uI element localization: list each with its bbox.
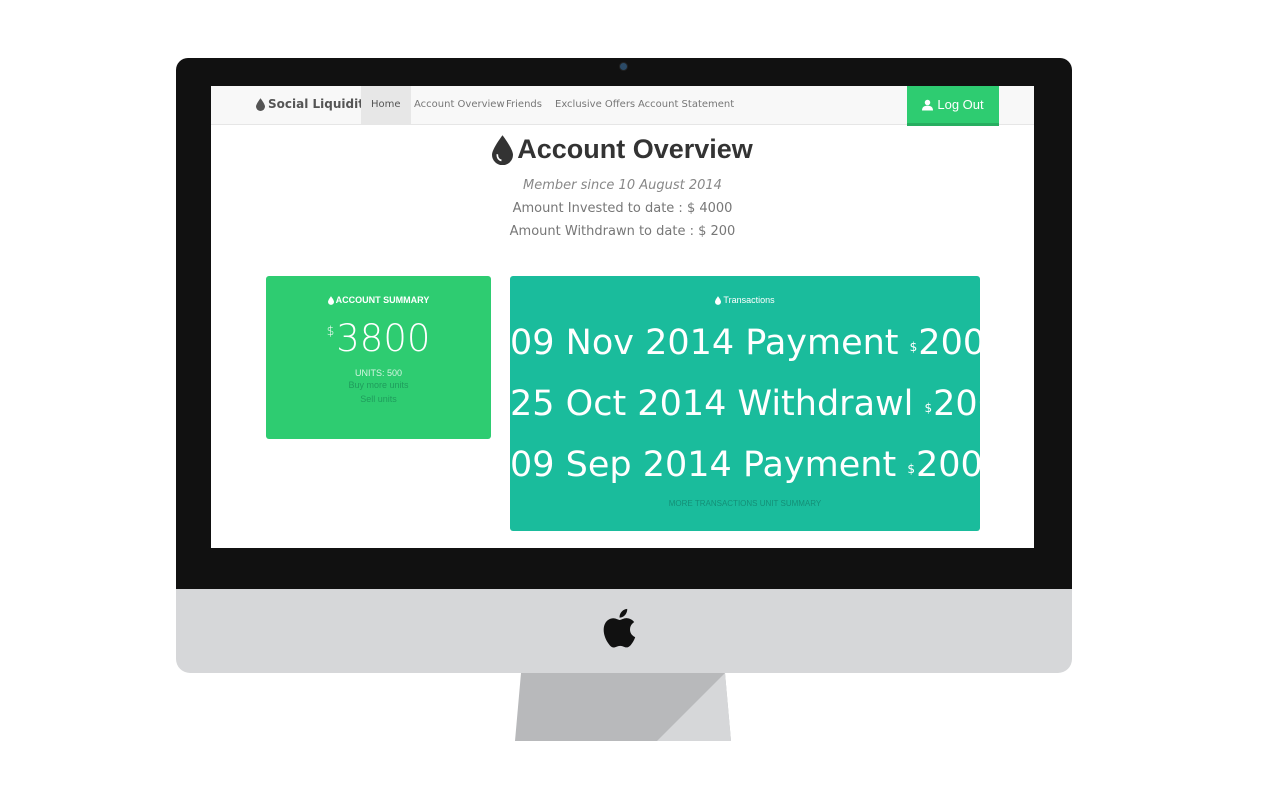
drop-icon	[256, 97, 265, 111]
transactions-heading: Transactions	[510, 295, 980, 305]
account-summary-heading: ACCOUNT SUMMARY	[266, 295, 491, 305]
currency-symbol: $	[326, 324, 335, 338]
sell-units-link[interactable]: Sell units	[266, 392, 491, 406]
nav-item-home[interactable]: Home	[361, 86, 411, 124]
drop-icon	[715, 295, 722, 305]
brand-link[interactable]: Social Liquidity	[256, 97, 372, 111]
transactions-list: 09 Nov 2014 Payment $2000 25 Oct 2014 Wi…	[510, 313, 1008, 496]
screen: Social Liquidity Home Account Overview F…	[211, 86, 1034, 548]
user-icon	[922, 99, 934, 110]
logout-button[interactable]: Log Out	[907, 86, 999, 126]
transactions-card: Transactions 09 Nov 2014 Payment $2000 2…	[510, 276, 1008, 531]
units-count: UNITS: 500	[354, 367, 403, 378]
transaction-row: 25 Oct 2014 Withdrawl $200	[510, 384, 1000, 424]
logout-label: Log Out	[937, 97, 984, 112]
apple-logo-icon	[603, 608, 636, 648]
nav-item-account-overview[interactable]: Account Overview	[414, 86, 505, 124]
navbar: Social Liquidity Home Account Overview F…	[211, 86, 1034, 126]
amount-invested: Amount Invested to date : $ 4000	[512, 201, 733, 216]
page-title-text: Account Overview	[517, 134, 753, 164]
amount-withdrawn: Amount Withdrawn to date : $ 200	[509, 224, 736, 239]
buy-more-units-link[interactable]: Buy more units	[266, 378, 491, 392]
drop-icon	[327, 295, 334, 305]
transaction-row: 09 Nov 2014 Payment $2000	[510, 323, 1008, 363]
drop-icon	[492, 134, 514, 165]
account-summary-card: ACCOUNT SUMMARY $3800 UNITS: 500 Buy mor…	[266, 276, 491, 439]
camera-icon	[620, 63, 627, 70]
monitor-stand	[515, 673, 731, 741]
transactions-footer-links: MORE TRANSACTIONS UNIT SUMMARY	[510, 499, 980, 508]
unit-summary-link[interactable]: UNIT SUMMARY	[760, 499, 822, 508]
member-since: Member since 10 August 2014	[523, 178, 722, 193]
more-transactions-link[interactable]: MORE TRANSACTIONS	[669, 499, 758, 508]
brand-label: Social Liquidity	[268, 97, 372, 111]
page-title: Account Overview	[211, 134, 1034, 165]
balance-amount: $3800	[326, 317, 431, 360]
nav-item-friends[interactable]: Friends	[506, 86, 542, 124]
nav-item-account-statement[interactable]: Account Statement	[638, 86, 734, 124]
nav-item-exclusive-offers[interactable]: Exclusive Offers	[555, 86, 635, 124]
transaction-row: 09 Sep 2014 Payment $2000	[510, 445, 1006, 485]
